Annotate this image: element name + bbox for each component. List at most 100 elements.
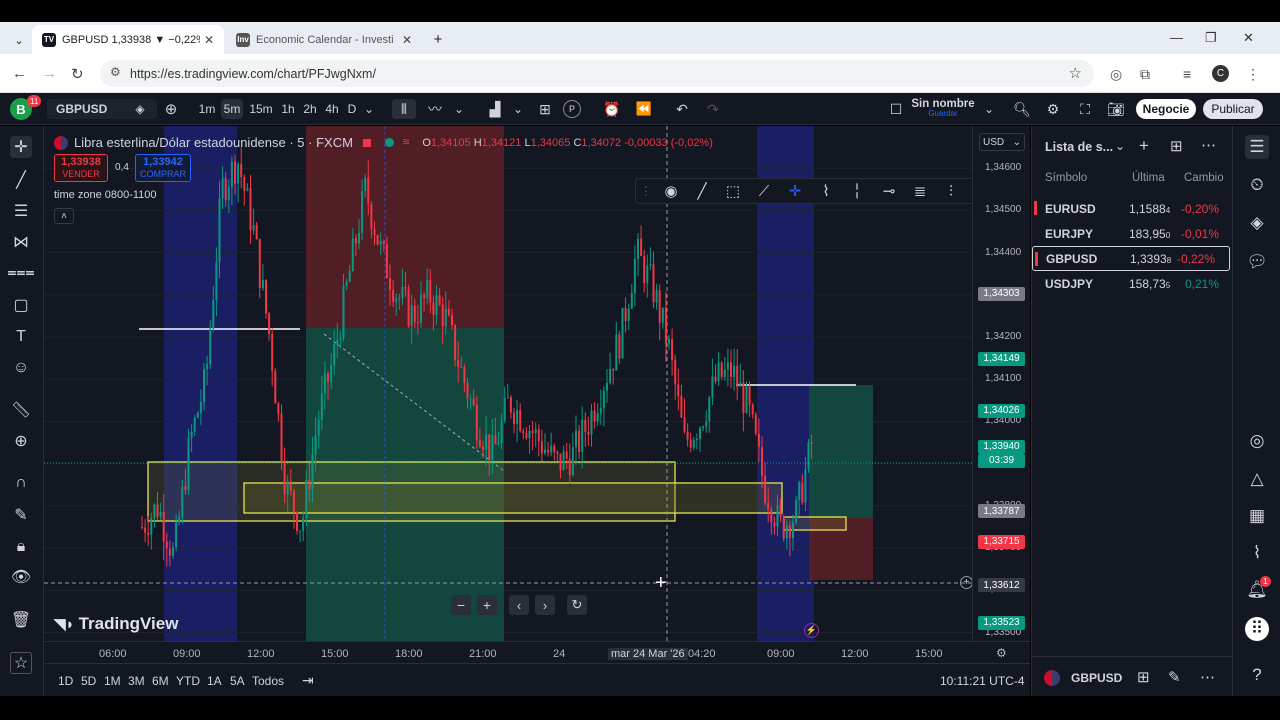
interval-2h[interactable]: 2h — [300, 99, 320, 119]
zoom-out-icon[interactable]: − — [451, 595, 471, 615]
ruler-icon[interactable]: 📏︎ — [10, 399, 32, 421]
shapes-icon[interactable]: ▢ — [10, 294, 32, 316]
symbol-title[interactable]: Libra esterlina/Dólar estadounidense · 5… — [74, 135, 353, 150]
watchlist-layout-icon[interactable]: ⊞ — [1170, 137, 1183, 155]
brush-tool-icon[interactable]: ⟋ — [749, 180, 779, 202]
sell-button[interactable]: 1,33938 VENDER — [54, 154, 108, 182]
range-5D[interactable]: 5D — [81, 674, 96, 688]
tab-investing[interactable]: Inv Economic Calendar - Investing. ✕ — [226, 25, 422, 54]
redo-icon[interactable]: ↷ — [702, 99, 724, 119]
currency-selector[interactable]: USD ⌄ — [979, 133, 1025, 151]
crosshair-icon[interactable]: ✛ — [10, 136, 32, 158]
grid-view-icon[interactable]: ⊞ — [1137, 668, 1150, 686]
price-axis[interactable]: USD ⌄ 1,346001,345001,344001,343001,3420… — [972, 126, 1030, 661]
column-change[interactable]: Cambio — [1184, 172, 1224, 184]
compare-symbol-icon[interactable]: ◈ — [130, 99, 150, 119]
media-icon[interactable]: ≡ — [1183, 66, 1191, 82]
settings-gear-icon[interactable]: ⚙ — [1042, 99, 1064, 119]
interval-1h[interactable]: 1h — [278, 99, 298, 119]
range-3M[interactable]: 3M — [128, 674, 145, 688]
column-last[interactable]: Última — [1132, 172, 1165, 184]
browser-menu-icon[interactable]: ⋮ — [1246, 66, 1260, 83]
forward-icon[interactable]: → — [42, 65, 57, 82]
chart-type-icon[interactable]: ▟ — [483, 99, 507, 119]
minimize-icon[interactable]: — — [1170, 30, 1183, 45]
restore-icon[interactable]: ❐ — [1205, 30, 1217, 46]
watchlist-row[interactable]: GBPUSD 1,33938 -0,22% — [1032, 246, 1230, 271]
url-field[interactable]: ⚙ https://es.tradingview.com/chart/PFJwg… — [100, 60, 1094, 87]
help-icon[interactable]: ? — [1245, 663, 1269, 687]
window-close-icon[interactable]: ✕ — [1243, 30, 1254, 46]
close-tab-icon[interactable]: ✕ — [204, 33, 214, 47]
watchlist-row[interactable]: EURUSD 1,15884 -0,20% — [1032, 196, 1233, 221]
layout-checkbox-icon[interactable]: ☐ — [886, 99, 906, 119]
axis-settings-icon[interactable]: ⚙ — [996, 646, 1007, 660]
trend-line-icon[interactable]: ╱ — [10, 169, 32, 191]
channel-tool-icon[interactable]: ⫶ — [936, 180, 966, 202]
back-icon[interactable]: ← — [12, 65, 27, 82]
drag-handle-icon[interactable]: ⋮ — [640, 180, 652, 202]
profile-avatar[interactable]: C — [1212, 65, 1229, 82]
clock-label[interactable]: 10:11:21 UTC-4 — [940, 674, 1025, 688]
layout-name-button[interactable]: Sin nombre Guardar — [910, 98, 976, 119]
watchlist-title[interactable]: Lista de s... — [1045, 140, 1113, 154]
add-symbol-plus-icon[interactable]: + — [1139, 136, 1149, 156]
footer-symbol[interactable]: GBPUSD — [1071, 671, 1122, 685]
ideas-icon[interactable]: △ — [1245, 467, 1269, 491]
scroll-left-icon[interactable]: ‹ — [509, 595, 529, 615]
cross-tool-icon[interactable]: ✛ — [780, 180, 810, 202]
interval-15m[interactable]: 15m — [248, 99, 274, 119]
range-1A[interactable]: 1A — [207, 674, 222, 688]
add-symbol-icon[interactable]: ⊕ — [160, 99, 182, 119]
lock-icon[interactable]: 🔒︎ — [10, 536, 32, 558]
range-1M[interactable]: 1M — [104, 674, 121, 688]
chat-icon[interactable]: 💬︎ — [1245, 250, 1269, 274]
reset-chart-icon[interactable]: ↻ — [567, 595, 587, 615]
site-settings-icon[interactable]: ⚙ — [110, 65, 121, 79]
target-icon[interactable]: ◎ — [1245, 429, 1269, 453]
trade-button[interactable]: Negocie — [1136, 99, 1196, 119]
fullscreen-icon[interactable]: ⛶ — [1074, 99, 1096, 119]
text-icon[interactable]: T — [10, 326, 32, 348]
interval-4h[interactable]: 4h — [322, 99, 342, 119]
interval-D[interactable]: D — [344, 99, 360, 119]
interval-menu-icon[interactable]: ⌄ — [362, 99, 376, 119]
magnet-icon[interactable]: ∩ — [10, 472, 32, 494]
new-tab-button[interactable]: + — [426, 25, 450, 54]
column-symbol[interactable]: Símbolo — [1045, 172, 1087, 184]
more-options-icon[interactable]: ⋯ — [1200, 668, 1215, 686]
range-6M[interactable]: 6M — [152, 674, 169, 688]
add-alert-plus-icon[interactable]: + — [960, 576, 972, 589]
event-flash-icon[interactable]: ⚡ — [804, 623, 819, 638]
extensions-puzzle-icon[interactable]: ⧉ — [1140, 66, 1150, 83]
chevron-down-icon[interactable]: ⌄ — [511, 99, 525, 119]
stream-icon[interactable]: ⌇ — [1245, 541, 1269, 565]
chevron-down-icon[interactable]: ⌄ — [982, 99, 996, 119]
layers-icon[interactable]: ◈ — [1245, 211, 1269, 235]
indicator-label[interactable]: time zone 0800-1100 — [54, 189, 157, 201]
stay-drawing-icon[interactable]: ✎ — [10, 504, 32, 526]
range-1D[interactable]: 1D — [58, 674, 73, 688]
favorites-star-icon[interactable]: ☆ — [10, 652, 32, 674]
zoom-icon[interactable]: ⊕ — [10, 430, 32, 452]
trash-icon[interactable]: 🗑︎ — [10, 609, 32, 631]
undo-icon[interactable]: ↶ — [671, 99, 693, 119]
range-YTD[interactable]: YTD — [176, 674, 200, 688]
snapshot-camera-icon[interactable]: 📷︎ — [1105, 99, 1127, 119]
price-chart[interactable] — [44, 126, 972, 661]
close-tab-icon[interactable]: ✕ — [402, 33, 412, 47]
pattern-icon[interactable]: ⋈ — [10, 231, 32, 253]
collapse-legend-icon[interactable]: ˄ — [54, 208, 74, 224]
watchlist-row[interactable]: USDJPY 158,735 0,21% — [1032, 271, 1233, 296]
settings-mini-icon[interactable]: ≋ — [399, 137, 413, 148]
forecast-icon[interactable]: ⩶ — [7, 262, 34, 284]
chevron-down-icon[interactable]: ⌄ — [1115, 139, 1125, 153]
more-options-icon[interactable]: ⋯ — [1201, 136, 1216, 154]
indicators-line-icon[interactable]: 〰 — [423, 99, 447, 119]
publish-button[interactable]: Publicar — [1203, 99, 1263, 119]
chart-pane[interactable]: Libra esterlina/Dólar estadounidense · 5… — [44, 126, 972, 661]
fib-icon[interactable]: ☰ — [10, 200, 32, 222]
calendar-icon[interactable]: ▦ — [1245, 504, 1269, 528]
quick-search-icon[interactable]: 🔍︎ — [1011, 99, 1033, 119]
path-tool-icon[interactable]: ⌇ — [811, 180, 841, 202]
